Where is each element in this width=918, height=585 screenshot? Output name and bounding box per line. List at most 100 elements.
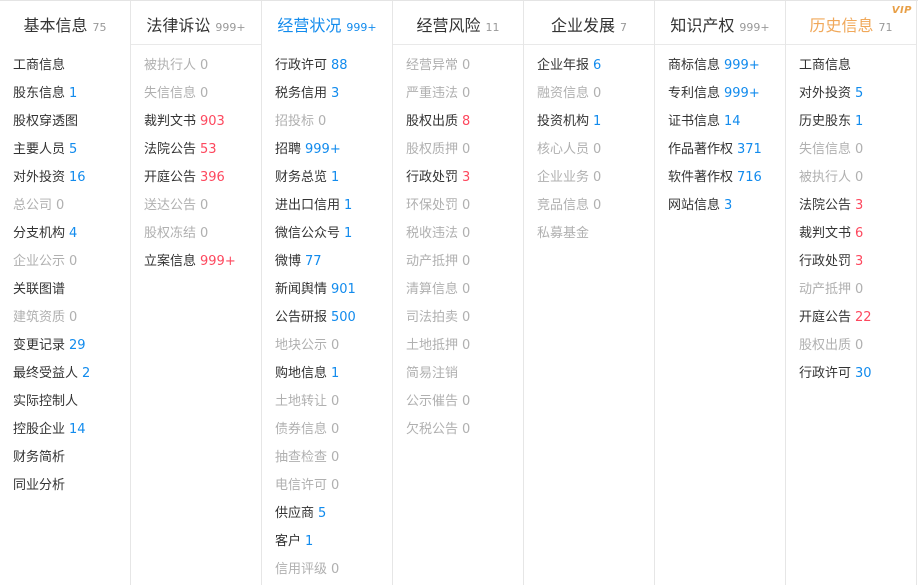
menu-item[interactable]: 税收违法 0 bbox=[393, 220, 523, 248]
menu-item[interactable]: 税务信用 3 bbox=[262, 80, 392, 108]
menu-item[interactable]: 进出口信用 1 bbox=[262, 192, 392, 220]
menu-item[interactable]: 微信公众号 1 bbox=[262, 220, 392, 248]
menu-item[interactable]: 投资机构 1 bbox=[524, 108, 654, 136]
menu-item[interactable]: 微博 77 bbox=[262, 248, 392, 276]
menu-item[interactable]: 软件著作权 716 bbox=[655, 164, 785, 192]
menu-item[interactable]: 法院公告 3 bbox=[786, 192, 916, 220]
tab-category[interactable]: 知识产权 999+ bbox=[655, 1, 785, 45]
menu-item[interactable]: 法院公告 53 bbox=[131, 136, 261, 164]
menu-item[interactable]: 抽查检查 0 bbox=[262, 444, 392, 472]
menu-item[interactable]: 送达公告 0 bbox=[131, 192, 261, 220]
menu-item[interactable]: 失信信息 0 bbox=[786, 136, 916, 164]
tab-title: 历史信息 bbox=[809, 16, 874, 35]
menu-item[interactable]: 控股企业 14 bbox=[0, 416, 130, 444]
menu-item[interactable]: 建筑资质 0 bbox=[0, 304, 130, 332]
menu-item[interactable]: 竞品信息 0 bbox=[524, 192, 654, 220]
menu-item[interactable]: 股权出质 8 bbox=[393, 108, 523, 136]
menu-item[interactable]: 新闻舆情 901 bbox=[262, 276, 392, 304]
menu-item[interactable]: 对外投资 16 bbox=[0, 164, 130, 192]
menu-item-count: 0 bbox=[462, 422, 471, 437]
menu-item[interactable]: 供应商 5 bbox=[262, 500, 392, 528]
menu-item[interactable]: 立案信息 999+ bbox=[131, 248, 261, 276]
menu-item[interactable]: 开庭公告 396 bbox=[131, 164, 261, 192]
menu-item-label: 失信信息 bbox=[144, 86, 197, 101]
menu-item[interactable]: 同业分析 bbox=[0, 472, 130, 500]
menu-item[interactable]: 网站信息 3 bbox=[655, 192, 785, 220]
menu-item[interactable]: 司法拍卖 0 bbox=[393, 304, 523, 332]
menu-item[interactable]: 土地转让 0 bbox=[262, 388, 392, 416]
menu-item[interactable]: 证书信息 14 bbox=[655, 108, 785, 136]
menu-item[interactable]: 动产抵押 0 bbox=[786, 276, 916, 304]
menu-item[interactable]: 经营异常 0 bbox=[393, 52, 523, 80]
menu-item[interactable]: 分支机构 4 bbox=[0, 220, 130, 248]
menu-item[interactable]: 购地信息 1 bbox=[262, 360, 392, 388]
menu-item[interactable]: 主要人员 5 bbox=[0, 136, 130, 164]
menu-item[interactable]: 行政处罚 3 bbox=[786, 248, 916, 276]
menu-item-label: 失信信息 bbox=[799, 142, 852, 157]
menu-item[interactable]: 股东信息 1 bbox=[0, 80, 130, 108]
menu-item[interactable]: 关联图谱 bbox=[0, 276, 130, 304]
menu-item[interactable]: 财务简析 bbox=[0, 444, 130, 472]
menu-item-label: 招投标 bbox=[275, 114, 315, 129]
menu-item[interactable]: 工商信息 bbox=[786, 52, 916, 80]
menu-item[interactable]: 行政许可 88 bbox=[262, 52, 392, 80]
menu-item[interactable]: 企业业务 0 bbox=[524, 164, 654, 192]
tab-category[interactable]: 基本信息 75 bbox=[0, 1, 130, 45]
menu-item[interactable]: 裁判文书 903 bbox=[131, 108, 261, 136]
tab-category[interactable]: 法律诉讼 999+ bbox=[131, 1, 261, 45]
menu-item-count: 5 bbox=[69, 142, 78, 157]
menu-item[interactable]: 行政处罚 3 bbox=[393, 164, 523, 192]
menu-item[interactable]: 土地抵押 0 bbox=[393, 332, 523, 360]
menu-item-label: 实际控制人 bbox=[13, 394, 79, 409]
menu-item[interactable]: 公示催告 0 bbox=[393, 388, 523, 416]
menu-item[interactable]: 工商信息 bbox=[0, 52, 130, 80]
tab-category[interactable]: 经营风险 11 bbox=[393, 1, 523, 45]
menu-item-count: 16 bbox=[69, 170, 86, 185]
menu-item[interactable]: 客户 1 bbox=[262, 528, 392, 556]
menu-item[interactable]: 企业公示 0 bbox=[0, 248, 130, 276]
menu-item[interactable]: 动产抵押 0 bbox=[393, 248, 523, 276]
menu-item[interactable]: 环保处罚 0 bbox=[393, 192, 523, 220]
tab-category[interactable]: 经营状况 999+ bbox=[262, 1, 392, 45]
menu-item-label: 企业年报 bbox=[537, 58, 590, 73]
menu-item[interactable]: 开庭公告 22 bbox=[786, 304, 916, 332]
menu-item[interactable]: 招投标 0 bbox=[262, 108, 392, 136]
menu-item[interactable]: 债券信息 0 bbox=[262, 416, 392, 444]
menu-item[interactable]: 商标信息 999+ bbox=[655, 52, 785, 80]
menu-item[interactable]: 股权质押 0 bbox=[393, 136, 523, 164]
menu-item[interactable]: 欠税公告 0 bbox=[393, 416, 523, 444]
menu-item[interactable]: 裁判文书 6 bbox=[786, 220, 916, 248]
menu-item[interactable]: 私募基金 bbox=[524, 220, 654, 248]
menu-item[interactable]: 对外投资 5 bbox=[786, 80, 916, 108]
menu-item[interactable]: 实际控制人 bbox=[0, 388, 130, 416]
menu-item-label: 投资机构 bbox=[537, 114, 590, 129]
menu-item[interactable]: 核心人员 0 bbox=[524, 136, 654, 164]
menu-item[interactable]: 股权冻结 0 bbox=[131, 220, 261, 248]
menu-item[interactable]: 电信许可 0 bbox=[262, 472, 392, 500]
menu-item[interactable]: 企业年报 6 bbox=[524, 52, 654, 80]
menu-item[interactable]: 历史股东 1 bbox=[786, 108, 916, 136]
menu-item[interactable]: 公告研报 500 bbox=[262, 304, 392, 332]
menu-item[interactable]: 融资信息 0 bbox=[524, 80, 654, 108]
menu-column: 基本信息 75 工商信息 股东信息 1 股权穿透图 主要人员 5 对外投资 16 总公司 0 分支机构 4… bbox=[0, 1, 131, 585]
menu-item[interactable]: 被执行人 0 bbox=[786, 164, 916, 192]
menu-item[interactable]: 股权穿透图 bbox=[0, 108, 130, 136]
menu-item[interactable]: 地块公示 0 bbox=[262, 332, 392, 360]
menu-item[interactable]: 最终受益人 2 bbox=[0, 360, 130, 388]
menu-item[interactable]: 专利信息 999+ bbox=[655, 80, 785, 108]
menu-item[interactable]: 作品著作权 371 bbox=[655, 136, 785, 164]
tab-category[interactable]: 企业发展 7 bbox=[524, 1, 654, 45]
menu-item[interactable]: 招聘 999+ bbox=[262, 136, 392, 164]
menu-item[interactable]: 清算信息 0 bbox=[393, 276, 523, 304]
menu-item[interactable]: 被执行人 0 bbox=[131, 52, 261, 80]
menu-item[interactable]: 财务总览 1 bbox=[262, 164, 392, 192]
menu-item[interactable]: 总公司 0 bbox=[0, 192, 130, 220]
menu-item[interactable]: 严重违法 0 bbox=[393, 80, 523, 108]
menu-item[interactable]: 变更记录 29 bbox=[0, 332, 130, 360]
menu-item[interactable]: 简易注销 bbox=[393, 360, 523, 388]
menu-item[interactable]: 行政许可 30 bbox=[786, 360, 916, 388]
menu-item-count: 0 bbox=[331, 338, 340, 353]
menu-item[interactable]: 失信信息 0 bbox=[131, 80, 261, 108]
menu-item[interactable]: 信用评级 0 bbox=[262, 556, 392, 584]
menu-item[interactable]: 股权出质 0 bbox=[786, 332, 916, 360]
